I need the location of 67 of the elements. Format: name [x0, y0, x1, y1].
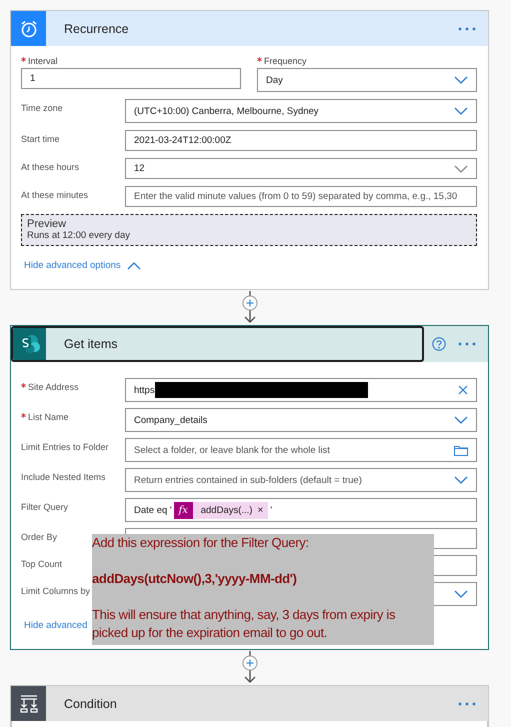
more-icon[interactable]	[458, 702, 476, 706]
field-label: At these hours	[21, 162, 80, 172]
field-value: https	[134, 384, 155, 396]
dropdown-field[interactable]: 12	[125, 158, 477, 179]
card-title: Get items	[64, 337, 118, 351]
field-label: Interval	[28, 56, 58, 66]
hide-options-link[interactable]: Hide advanced options	[24, 260, 141, 271]
dropdown-field[interactable]: Day	[257, 68, 477, 92]
chevron-up-icon[interactable]	[126, 262, 141, 270]
field-label: Filter Query	[21, 502, 68, 512]
card-header[interactable]: Condition	[11, 686, 488, 721]
field-label: At these minutes	[21, 190, 88, 200]
card-title: Recurrence	[64, 22, 130, 36]
field-placeholder: Select a folder, or leave blank for the whole list	[134, 444, 331, 456]
note-text: Add this expression for the Filter Query:	[92, 534, 309, 552]
more-icon[interactable]	[458, 342, 476, 346]
note-text: This will ensure that anything, say, 3 days from expiry is picked up for the expiration email to go out.	[92, 606, 396, 642]
hide-options-link[interactable]: Hide advanced	[24, 620, 88, 631]
chevron-down-icon[interactable]	[454, 590, 468, 598]
field-value: 12	[134, 163, 146, 174]
field-value: Company_details	[134, 414, 208, 426]
preview-text: Runs at 12:00 every day	[27, 230, 131, 241]
field-value: Day	[266, 74, 284, 86]
alarm-clock-icon	[20, 20, 38, 38]
card-header[interactable]: Recurrence	[11, 11, 488, 46]
expression-token[interactable]: fx addDays(...) ×	[174, 502, 268, 518]
field-label: Time zone	[21, 103, 63, 113]
dropdown-field[interactable]: (UTC+10:00) Canberra, Melbourne, Sydney	[125, 99, 477, 123]
input-field[interactable]: Enter the valid minute values (from 0 to 59) separated by comma, e.g., 15,30	[125, 186, 477, 207]
expression-field[interactable]: Date eq ' fx addDays(...) × '	[125, 498, 477, 522]
dropdown-field[interactable]: Company_details	[125, 408, 477, 432]
sharepoint-icon	[18, 334, 40, 354]
field-label: Start time	[21, 134, 60, 144]
field-value: 2021-03-24T12:00:00Z	[134, 135, 232, 146]
condition-icon	[18, 694, 38, 714]
chevron-down-icon[interactable]	[454, 107, 468, 115]
field-value: (UTC+10:00) Canberra, Melbourne, Sydney	[134, 106, 320, 116]
note-text: addDays(utcNow(),3,'yyyy-MM-dd')	[92, 570, 297, 588]
help-icon[interactable]	[432, 337, 446, 351]
field-label: Order By	[21, 532, 58, 542]
card-title: Condition	[64, 696, 118, 710]
folder-icon[interactable]	[454, 444, 468, 456]
chevron-down-icon[interactable]	[454, 164, 468, 172]
field-label: Site Address	[28, 382, 79, 392]
field-placeholder: Return entries contained in sub-folders (default = true)	[134, 474, 363, 486]
chevron-down-icon[interactable]	[454, 76, 468, 84]
more-icon[interactable]	[458, 26, 476, 30]
field-value: Date eq '	[134, 504, 172, 516]
field-label: Limit Entries to Folder	[21, 442, 109, 452]
preview-title: Preview	[27, 218, 68, 230]
field-label: Include Nested Items	[21, 472, 106, 482]
dropdown-field[interactable]: Return entries contained in sub-folders (default = true)	[125, 468, 477, 492]
field-label: Limit Columns by	[21, 586, 90, 596]
chevron-down-icon[interactable]	[454, 416, 468, 424]
field-value: '	[270, 504, 272, 516]
input-field[interactable]: 2021-03-24T12:00:00Z	[125, 130, 477, 151]
close-icon[interactable]	[458, 385, 468, 395]
input-field[interactable]: Select a folder, or leave blank for the whole list	[125, 438, 477, 462]
field-label: List Name	[28, 412, 69, 422]
card-title-bar[interactable]: Get items	[11, 326, 424, 362]
field-placeholder: Enter the valid minute values (from 0 to 59) separated by comma, e.g., 15,30	[134, 191, 458, 202]
field-label: Frequency	[264, 56, 307, 66]
field-label: Top Count	[21, 559, 62, 569]
chevron-down-icon[interactable]	[454, 476, 468, 484]
field-value: 1	[30, 73, 36, 84]
input-field[interactable]: 1	[21, 68, 241, 89]
input-field[interactable]: https	[125, 378, 477, 402]
